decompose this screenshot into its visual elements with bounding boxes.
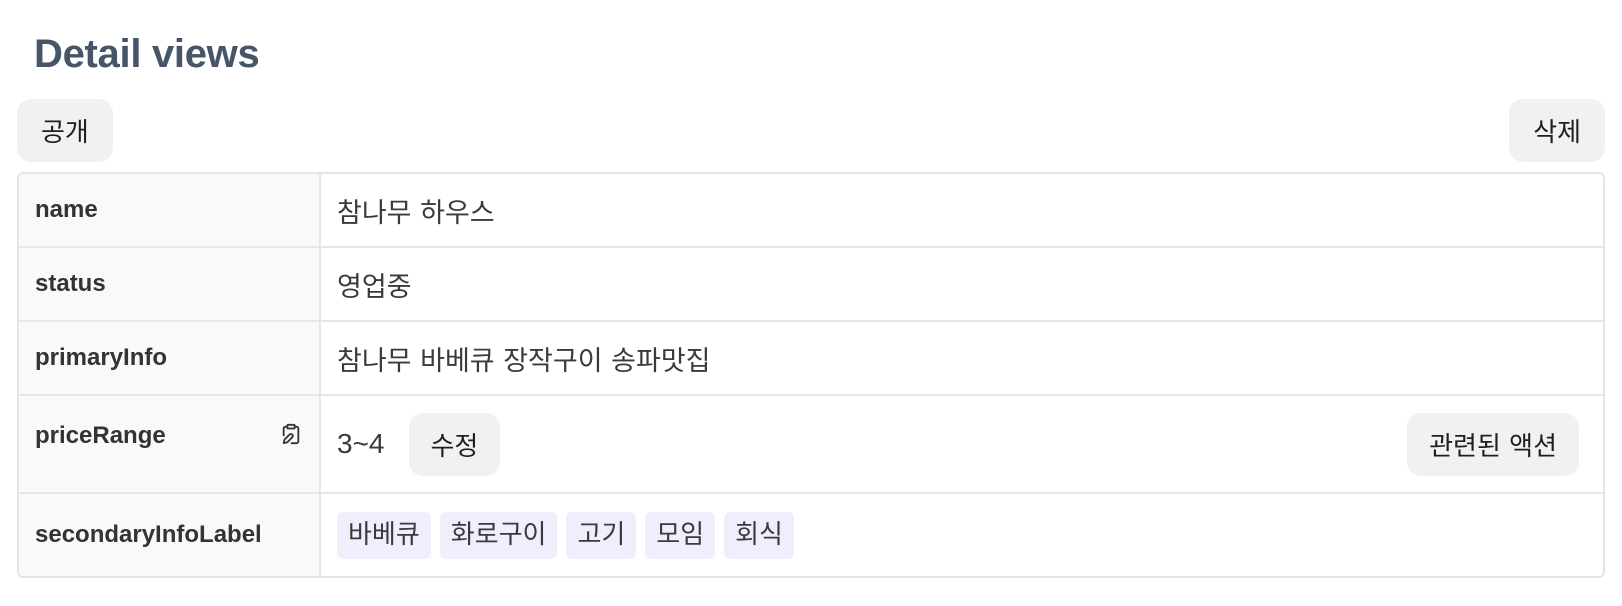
row-key: priceRange [35,422,166,449]
tag: 고기 [566,511,637,559]
tag: 회식 [724,511,794,559]
row-key: secondaryInfoLabel [19,494,321,576]
row-value: 참나무 바베큐 장작구이 송파맛집 [337,345,711,377]
detail-views-page: Detail views 공개 삭제 name 참나무 하우스 status 영… [0,0,1622,606]
row-key: status [19,248,321,320]
row-key: primaryInfo [19,322,321,394]
page-title: Detail views [34,32,260,76]
row-value-tags: 바베큐 화로구이 고기 모임 회식 [321,494,1603,576]
row-value: 참나무 하우스 [337,197,495,229]
delete-button[interactable]: 삭제 [1509,99,1605,162]
price-group: 3~4 수정 [337,412,501,476]
detail-row-secondary-info-label: secondaryInfoLabel 바베큐 화로구이 고기 모임 회식 [19,494,1603,576]
price-range-value: 3~4 [337,428,385,459]
tag: 바베큐 [337,511,431,559]
detail-table: name 참나무 하우스 status 영업중 primaryInfo 참나무 … [17,172,1605,578]
public-button[interactable]: 공개 [17,99,113,162]
row-key: name [19,174,321,246]
tag: 화로구이 [439,511,558,559]
related-actions-button[interactable]: 관련된 액션 [1407,412,1579,476]
row-key-price-range: priceRange [19,396,321,492]
clipboard-edit-icon[interactable] [279,422,303,446]
row-value: 영업중 [337,271,412,303]
edit-button[interactable]: 수정 [408,412,501,476]
tag: 모임 [645,511,716,559]
tag-list: 바베큐 화로구이 고기 모임 회식 [337,511,794,559]
detail-row-status: status 영업중 [19,248,1603,322]
detail-row-primary-info: primaryInfo 참나무 바베큐 장작구이 송파맛집 [19,322,1603,396]
detail-row-name: name 참나무 하우스 [19,174,1603,248]
detail-row-price-range: priceRange 3~4 수정 관련된 액션 [19,396,1603,494]
row-value-price-range: 3~4 수정 관련된 액션 [321,396,1603,492]
